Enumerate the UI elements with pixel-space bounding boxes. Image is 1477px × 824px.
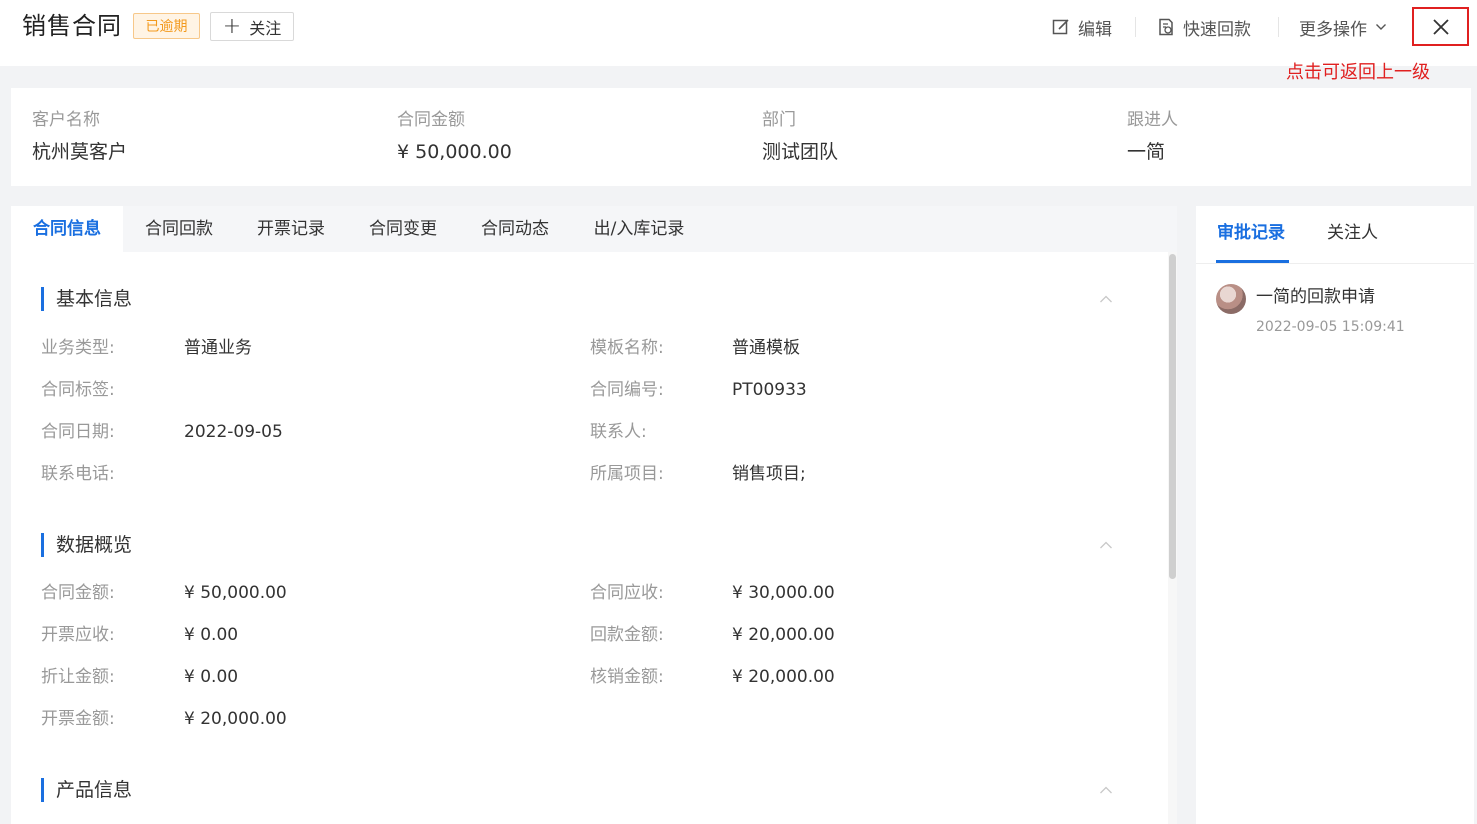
field-value: 普通模板 (732, 338, 800, 358)
field-label: 回款金额: (590, 625, 664, 645)
edit-button-label: 编辑 (1078, 19, 1112, 40)
summary-value: 杭州莫客户 (32, 141, 128, 163)
follow-button[interactable]: + 关注 (210, 12, 294, 41)
field-value: ¥ 30,000.00 (732, 583, 835, 603)
close-button[interactable] (1412, 7, 1469, 46)
payment-doc-icon (1159, 18, 1173, 36)
field-value: 普通业务 (184, 338, 252, 358)
side-tabs: 审批记录 关注人 (1196, 206, 1474, 264)
field-label: 合同金额: (41, 583, 115, 603)
field-label: 所属项目: (590, 464, 664, 484)
chevron-up-icon[interactable] (1099, 540, 1113, 550)
field-label: 业务类型: (41, 338, 115, 358)
approval-side-panel: 审批记录 关注人 一简的回款申请 2022-09-05 15:09:41 (1196, 206, 1474, 824)
tab-stock-records[interactable]: 出/入库记录 (571, 206, 707, 252)
close-icon (1432, 18, 1449, 35)
section-title-products: 产品信息 (41, 778, 132, 802)
field-label: 核销金额: (590, 667, 664, 687)
plus-icon: + (222, 13, 242, 39)
approval-record-time: 2022-09-05 15:09:41 (1256, 319, 1405, 335)
summary-label: 合同金额 (397, 110, 465, 130)
contract-summary: 客户名称 杭州莫客户 合同金额 ¥ 50,000.00 部门 测试团队 跟进人 … (11, 88, 1471, 186)
active-tab-indicator (1216, 260, 1289, 263)
chevron-down-icon (1376, 24, 1386, 30)
summary-amount: 合同金额 ¥ 50,000.00 (397, 108, 512, 166)
tab-contract-activity[interactable]: 合同动态 (459, 206, 571, 252)
field-label: 联系电话: (41, 464, 115, 484)
chevron-up-icon[interactable] (1099, 785, 1113, 795)
summary-label: 部门 (762, 110, 796, 130)
tab-followers[interactable]: 关注人 (1327, 221, 1378, 245)
field-value: ¥ 20,000.00 (732, 625, 835, 645)
field-value: ¥ 20,000.00 (732, 667, 835, 687)
follow-button-label: 关注 (249, 18, 282, 38)
edit-button[interactable]: 编辑 (1052, 14, 1112, 40)
field-label: 合同应收: (590, 583, 664, 603)
summary-owner: 跟进人 一简 (1127, 108, 1178, 166)
field-value: 销售项目; (732, 464, 806, 484)
field-value: 2022-09-05 (184, 422, 283, 442)
chevron-up-icon[interactable] (1099, 294, 1113, 304)
section-title-basic: 基本信息 (41, 287, 132, 311)
edit-icon (1052, 19, 1069, 35)
detail-tabs: 合同信息 合同回款 开票记录 合同变更 合同动态 出/入库记录 (11, 206, 1177, 252)
tab-contract-changes[interactable]: 合同变更 (347, 206, 459, 252)
header-divider (1278, 17, 1279, 37)
field-label: 折让金额: (41, 667, 115, 687)
avatar (1216, 284, 1246, 314)
summary-value: ¥ 50,000.00 (397, 141, 512, 163)
summary-label: 跟进人 (1127, 110, 1178, 130)
summary-department: 部门 测试团队 (762, 108, 838, 166)
summary-customer: 客户名称 杭州莫客户 (32, 108, 127, 166)
quick-payment-label: 快速回款 (1183, 19, 1251, 40)
return-hint-annotation: 点击可返回上一级 (1286, 62, 1430, 83)
more-actions-dropdown[interactable]: 更多操作 (1299, 14, 1387, 40)
tab-contract-payment[interactable]: 合同回款 (123, 206, 235, 252)
section-title-overview: 数据概览 (41, 533, 132, 557)
scrollbar[interactable] (1168, 252, 1177, 824)
contract-detail-panel: 合同信息 合同回款 开票记录 合同变更 合同动态 出/入库记录 基本信息 业务类… (11, 206, 1177, 824)
field-label: 合同日期: (41, 422, 115, 442)
field-label: 开票金额: (41, 709, 115, 729)
field-value: ¥ 20,000.00 (184, 709, 287, 729)
summary-label: 客户名称 (32, 110, 100, 130)
field-label: 合同标签: (41, 380, 115, 400)
quick-payment-button[interactable]: 快速回款 (1157, 14, 1251, 40)
page-header: 销售合同 已逾期 + 关注 编辑 快速回款 更多操作 (0, 0, 1477, 66)
tab-approval-records[interactable]: 审批记录 (1217, 221, 1285, 245)
approval-record-title[interactable]: 一简的回款申请 (1256, 285, 1375, 309)
header-divider (1135, 17, 1136, 37)
field-label: 开票应收: (41, 625, 115, 645)
page-title: 销售合同 (22, 12, 122, 40)
scrollbar-thumb[interactable] (1169, 254, 1176, 579)
field-value: ¥ 0.00 (184, 667, 239, 687)
more-actions-label: 更多操作 (1299, 19, 1367, 40)
summary-value: 测试团队 (762, 141, 839, 163)
field-value: ¥ 0.00 (184, 625, 239, 645)
field-value: ¥ 50,000.00 (184, 583, 287, 603)
field-label: 联系人: (590, 422, 647, 442)
field-label: 合同编号: (590, 380, 664, 400)
tab-invoice-records[interactable]: 开票记录 (235, 206, 347, 252)
summary-value: 一简 (1127, 141, 1166, 163)
tab-contract-info[interactable]: 合同信息 (11, 206, 123, 252)
status-badge: 已逾期 (133, 13, 200, 39)
field-label: 模板名称: (590, 338, 664, 358)
field-value: PT00933 (732, 380, 807, 400)
